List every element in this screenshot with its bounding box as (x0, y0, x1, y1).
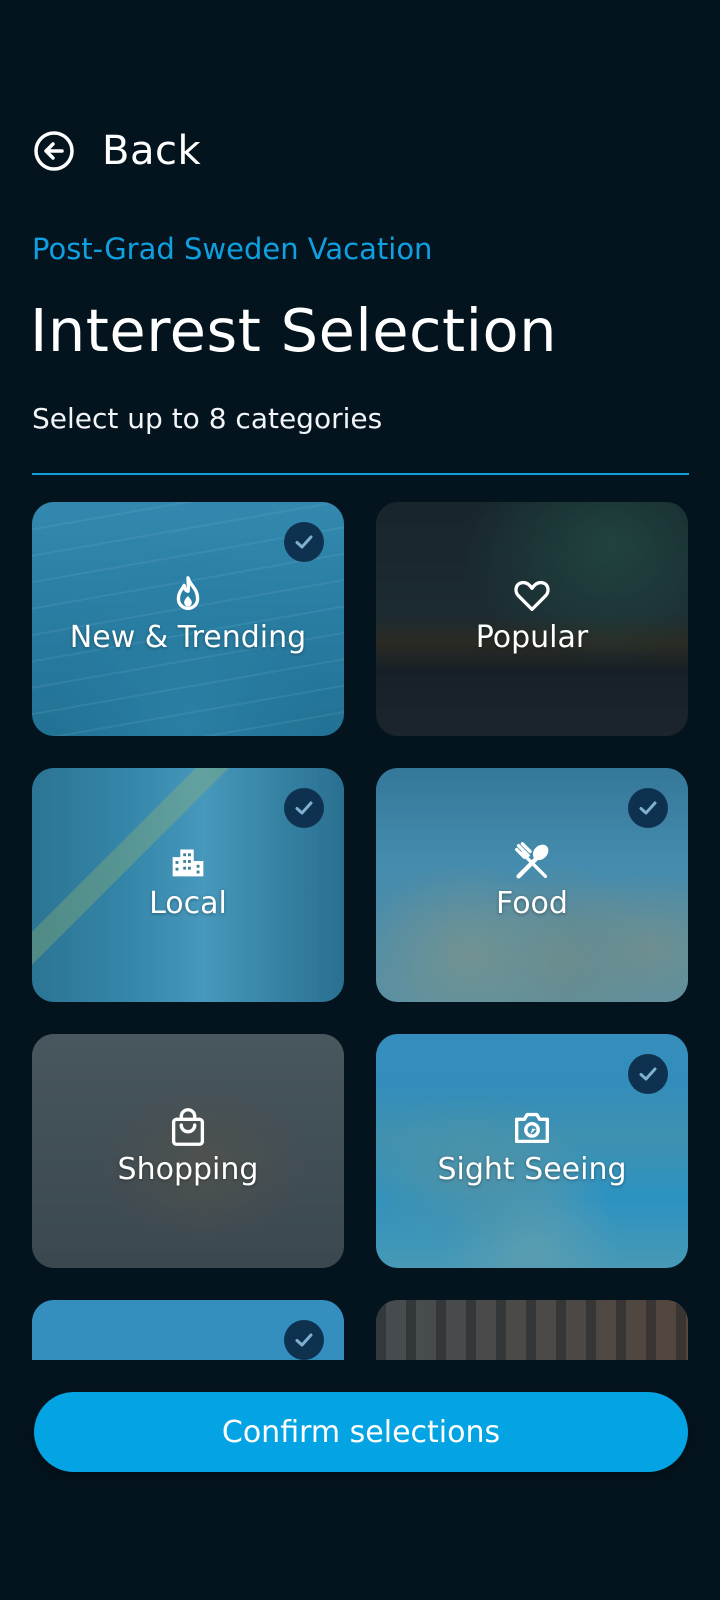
category-label: New & Trending (69, 620, 307, 655)
trip-name: Post-Grad Sweden Vacation (32, 232, 433, 266)
category-label: Popular (475, 620, 589, 655)
back-arrow-icon (34, 131, 74, 171)
interest-selection-screen: Back Post-Grad Sweden Vacation Interest … (0, 0, 720, 1600)
selected-badge (628, 788, 668, 828)
back-label: Back (102, 128, 202, 174)
checkmark-icon (295, 535, 313, 549)
category-label: Shopping (117, 1152, 259, 1187)
flame-icon (176, 576, 200, 611)
category-card-8[interactable] (376, 1300, 688, 1360)
selected-badge (284, 788, 324, 828)
category-card-new-trending[interactable]: New & Trending (32, 502, 344, 736)
category-card-local[interactable]: Local (32, 768, 344, 1002)
shopping-bag-icon (171, 1108, 205, 1146)
category-label: Sight Seeing (437, 1152, 627, 1187)
confirm-selections-button[interactable]: Confirm selections (34, 1392, 688, 1472)
back-button[interactable]: Back (32, 128, 201, 174)
category-card-7[interactable] (32, 1300, 344, 1360)
checkmark-icon (295, 801, 313, 815)
city-icon (172, 849, 204, 877)
category-card-popular[interactable]: Popular (376, 502, 688, 736)
restaurant-icon (514, 842, 549, 879)
page-title: Interest Selection (30, 296, 558, 365)
page-subtitle: Select up to 8 categories (32, 402, 383, 435)
category-label: Food (496, 886, 568, 921)
checkmark-icon (639, 1067, 657, 1081)
category-grid[interactable]: New & Trending Popular Local Food Shoppi… (32, 502, 690, 1360)
selected-badge (284, 522, 324, 562)
category-card-sight-seeing[interactable]: Sight Seeing (376, 1034, 688, 1268)
checkmark-icon (295, 1333, 313, 1347)
category-label: Local (149, 886, 227, 921)
selected-badge (284, 1320, 324, 1360)
selected-badge (628, 1054, 668, 1094)
category-card-shopping[interactable]: Shopping (32, 1034, 344, 1268)
camera-icon (514, 1112, 550, 1144)
checkmark-icon (639, 801, 657, 815)
category-card-food[interactable]: Food (376, 768, 688, 1002)
heart-icon (514, 580, 550, 612)
divider (32, 473, 689, 475)
